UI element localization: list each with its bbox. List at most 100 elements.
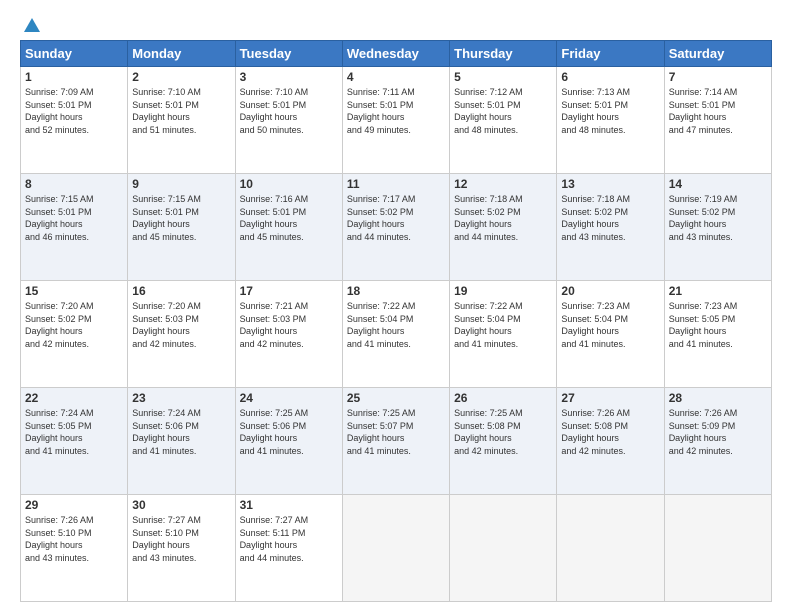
weekday-header-thursday: Thursday [450, 41, 557, 67]
calendar-cell [342, 495, 449, 602]
day-number: 20 [561, 284, 659, 298]
calendar-cell: 25 Sunrise: 7:25 AMSunset: 5:07 PMDayligh… [342, 388, 449, 495]
calendar-cell: 21 Sunrise: 7:23 AMSunset: 5:05 PMDayligh… [664, 281, 771, 388]
day-number: 2 [132, 70, 230, 84]
day-number: 30 [132, 498, 230, 512]
day-number: 6 [561, 70, 659, 84]
day-info: Sunrise: 7:16 AMSunset: 5:01 PMDaylight … [240, 193, 338, 243]
calendar-cell: 12 Sunrise: 7:18 AMSunset: 5:02 PMDayligh… [450, 174, 557, 281]
day-number: 21 [669, 284, 767, 298]
day-number: 13 [561, 177, 659, 191]
day-number: 26 [454, 391, 552, 405]
calendar-cell: 29 Sunrise: 7:26 AMSunset: 5:10 PMDayligh… [21, 495, 128, 602]
calendar-cell: 13 Sunrise: 7:18 AMSunset: 5:02 PMDayligh… [557, 174, 664, 281]
day-info: Sunrise: 7:23 AMSunset: 5:05 PMDaylight … [669, 300, 767, 350]
week-row-5: 29 Sunrise: 7:26 AMSunset: 5:10 PMDayligh… [21, 495, 772, 602]
weekday-header-tuesday: Tuesday [235, 41, 342, 67]
day-info: Sunrise: 7:23 AMSunset: 5:04 PMDaylight … [561, 300, 659, 350]
calendar-cell: 23 Sunrise: 7:24 AMSunset: 5:06 PMDayligh… [128, 388, 235, 495]
day-info: Sunrise: 7:15 AMSunset: 5:01 PMDaylight … [25, 193, 123, 243]
day-info: Sunrise: 7:22 AMSunset: 5:04 PMDaylight … [454, 300, 552, 350]
logo [20, 16, 42, 32]
day-number: 12 [454, 177, 552, 191]
day-info: Sunrise: 7:12 AMSunset: 5:01 PMDaylight … [454, 86, 552, 136]
calendar-cell: 24Sunrise: 7:25 AMSunset: 5:06 PMDayligh… [235, 388, 342, 495]
day-info: Sunrise: 7:21 AMSunset: 5:03 PMDaylight … [240, 300, 338, 350]
day-number: 19 [454, 284, 552, 298]
calendar-cell: 8Sunrise: 7:15 AMSunset: 5:01 PMDaylight… [21, 174, 128, 281]
week-row-3: 15 Sunrise: 7:20 AMSunset: 5:02 PMDayligh… [21, 281, 772, 388]
day-number: 29 [25, 498, 123, 512]
calendar-cell: 18 Sunrise: 7:22 AMSunset: 5:04 PMDayligh… [342, 281, 449, 388]
day-number: 22 [25, 391, 123, 405]
calendar-cell: 19 Sunrise: 7:22 AMSunset: 5:04 PMDayligh… [450, 281, 557, 388]
calendar-cell: 3 Sunrise: 7:10 AMSunset: 5:01 PMDaylight… [235, 67, 342, 174]
calendar-cell: 14Sunrise: 7:19 AMSunset: 5:02 PMDayligh… [664, 174, 771, 281]
calendar-cell: 30 Sunrise: 7:27 AMSunset: 5:10 PMDayligh… [128, 495, 235, 602]
day-info: Sunrise: 7:14 AMSunset: 5:01 PMDaylight … [669, 86, 767, 136]
day-number: 3 [240, 70, 338, 84]
day-info: Sunrise: 7:27 AMSunset: 5:11 PMDaylight … [240, 514, 338, 564]
calendar-cell [450, 495, 557, 602]
week-row-1: 1 Sunrise: 7:09 AMSunset: 5:01 PMDaylight… [21, 67, 772, 174]
day-number: 31 [240, 498, 338, 512]
calendar-cell: 10Sunrise: 7:16 AMSunset: 5:01 PMDayligh… [235, 174, 342, 281]
day-info: Sunrise: 7:26 AMSunset: 5:10 PMDaylight … [25, 514, 123, 564]
calendar-cell: 17 Sunrise: 7:21 AMSunset: 5:03 PMDayligh… [235, 281, 342, 388]
day-number: 27 [561, 391, 659, 405]
day-number: 14 [669, 177, 767, 191]
day-number: 28 [669, 391, 767, 405]
day-info: Sunrise: 7:18 AMSunset: 5:02 PMDaylight … [454, 193, 552, 243]
calendar-cell [557, 495, 664, 602]
day-number: 25 [347, 391, 445, 405]
day-info: Sunrise: 7:22 AMSunset: 5:04 PMDaylight … [347, 300, 445, 350]
weekday-header-friday: Friday [557, 41, 664, 67]
calendar-cell: 6Sunrise: 7:13 AMSunset: 5:01 PMDaylight… [557, 67, 664, 174]
day-number: 18 [347, 284, 445, 298]
day-info: Sunrise: 7:25 AMSunset: 5:07 PMDaylight … [347, 407, 445, 457]
weekday-header-monday: Monday [128, 41, 235, 67]
header [20, 16, 772, 32]
weekday-header-sunday: Sunday [21, 41, 128, 67]
day-info: Sunrise: 7:15 AMSunset: 5:01 PMDaylight … [132, 193, 230, 243]
day-number: 16 [132, 284, 230, 298]
calendar-cell: 5 Sunrise: 7:12 AMSunset: 5:01 PMDaylight… [450, 67, 557, 174]
week-row-2: 8Sunrise: 7:15 AMSunset: 5:01 PMDaylight… [21, 174, 772, 281]
day-number: 24 [240, 391, 338, 405]
day-info: Sunrise: 7:26 AMSunset: 5:08 PMDaylight … [561, 407, 659, 457]
calendar-cell [664, 495, 771, 602]
day-number: 4 [347, 70, 445, 84]
day-info: Sunrise: 7:18 AMSunset: 5:02 PMDaylight … [561, 193, 659, 243]
day-info: Sunrise: 7:24 AMSunset: 5:05 PMDaylight … [25, 407, 123, 457]
day-info: Sunrise: 7:27 AMSunset: 5:10 PMDaylight … [132, 514, 230, 564]
calendar-cell: 27 Sunrise: 7:26 AMSunset: 5:08 PMDayligh… [557, 388, 664, 495]
calendar-cell: 15 Sunrise: 7:20 AMSunset: 5:02 PMDayligh… [21, 281, 128, 388]
calendar-cell: 4Sunrise: 7:11 AMSunset: 5:01 PMDaylight… [342, 67, 449, 174]
day-info: Sunrise: 7:17 AMSunset: 5:02 PMDaylight … [347, 193, 445, 243]
day-number: 5 [454, 70, 552, 84]
calendar-cell: 2 Sunrise: 7:10 AMSunset: 5:01 PMDaylight… [128, 67, 235, 174]
day-info: Sunrise: 7:26 AMSunset: 5:09 PMDaylight … [669, 407, 767, 457]
calendar-cell: 28 Sunrise: 7:26 AMSunset: 5:09 PMDayligh… [664, 388, 771, 495]
day-info: Sunrise: 7:10 AMSunset: 5:01 PMDaylight … [240, 86, 338, 136]
calendar-cell: 31 Sunrise: 7:27 AMSunset: 5:11 PMDayligh… [235, 495, 342, 602]
calendar-cell: 26Sunrise: 7:25 AMSunset: 5:08 PMDayligh… [450, 388, 557, 495]
day-number: 17 [240, 284, 338, 298]
day-number: 7 [669, 70, 767, 84]
day-number: 15 [25, 284, 123, 298]
calendar-cell: 9 Sunrise: 7:15 AMSunset: 5:01 PMDaylight… [128, 174, 235, 281]
day-number: 9 [132, 177, 230, 191]
weekday-header-saturday: Saturday [664, 41, 771, 67]
weekday-header-wednesday: Wednesday [342, 41, 449, 67]
day-number: 1 [25, 70, 123, 84]
week-row-4: 22 Sunrise: 7:24 AMSunset: 5:05 PMDayligh… [21, 388, 772, 495]
calendar-cell: 20 Sunrise: 7:23 AMSunset: 5:04 PMDayligh… [557, 281, 664, 388]
calendar-cell: 16Sunrise: 7:20 AMSunset: 5:03 PMDayligh… [128, 281, 235, 388]
day-number: 23 [132, 391, 230, 405]
day-info: Sunrise: 7:20 AMSunset: 5:02 PMDaylight … [25, 300, 123, 350]
logo-icon [22, 16, 42, 36]
day-info: Sunrise: 7:09 AMSunset: 5:01 PMDaylight … [25, 86, 123, 136]
day-info: Sunrise: 7:10 AMSunset: 5:01 PMDaylight … [132, 86, 230, 136]
day-number: 11 [347, 177, 445, 191]
day-info: Sunrise: 7:24 AMSunset: 5:06 PMDaylight … [132, 407, 230, 457]
